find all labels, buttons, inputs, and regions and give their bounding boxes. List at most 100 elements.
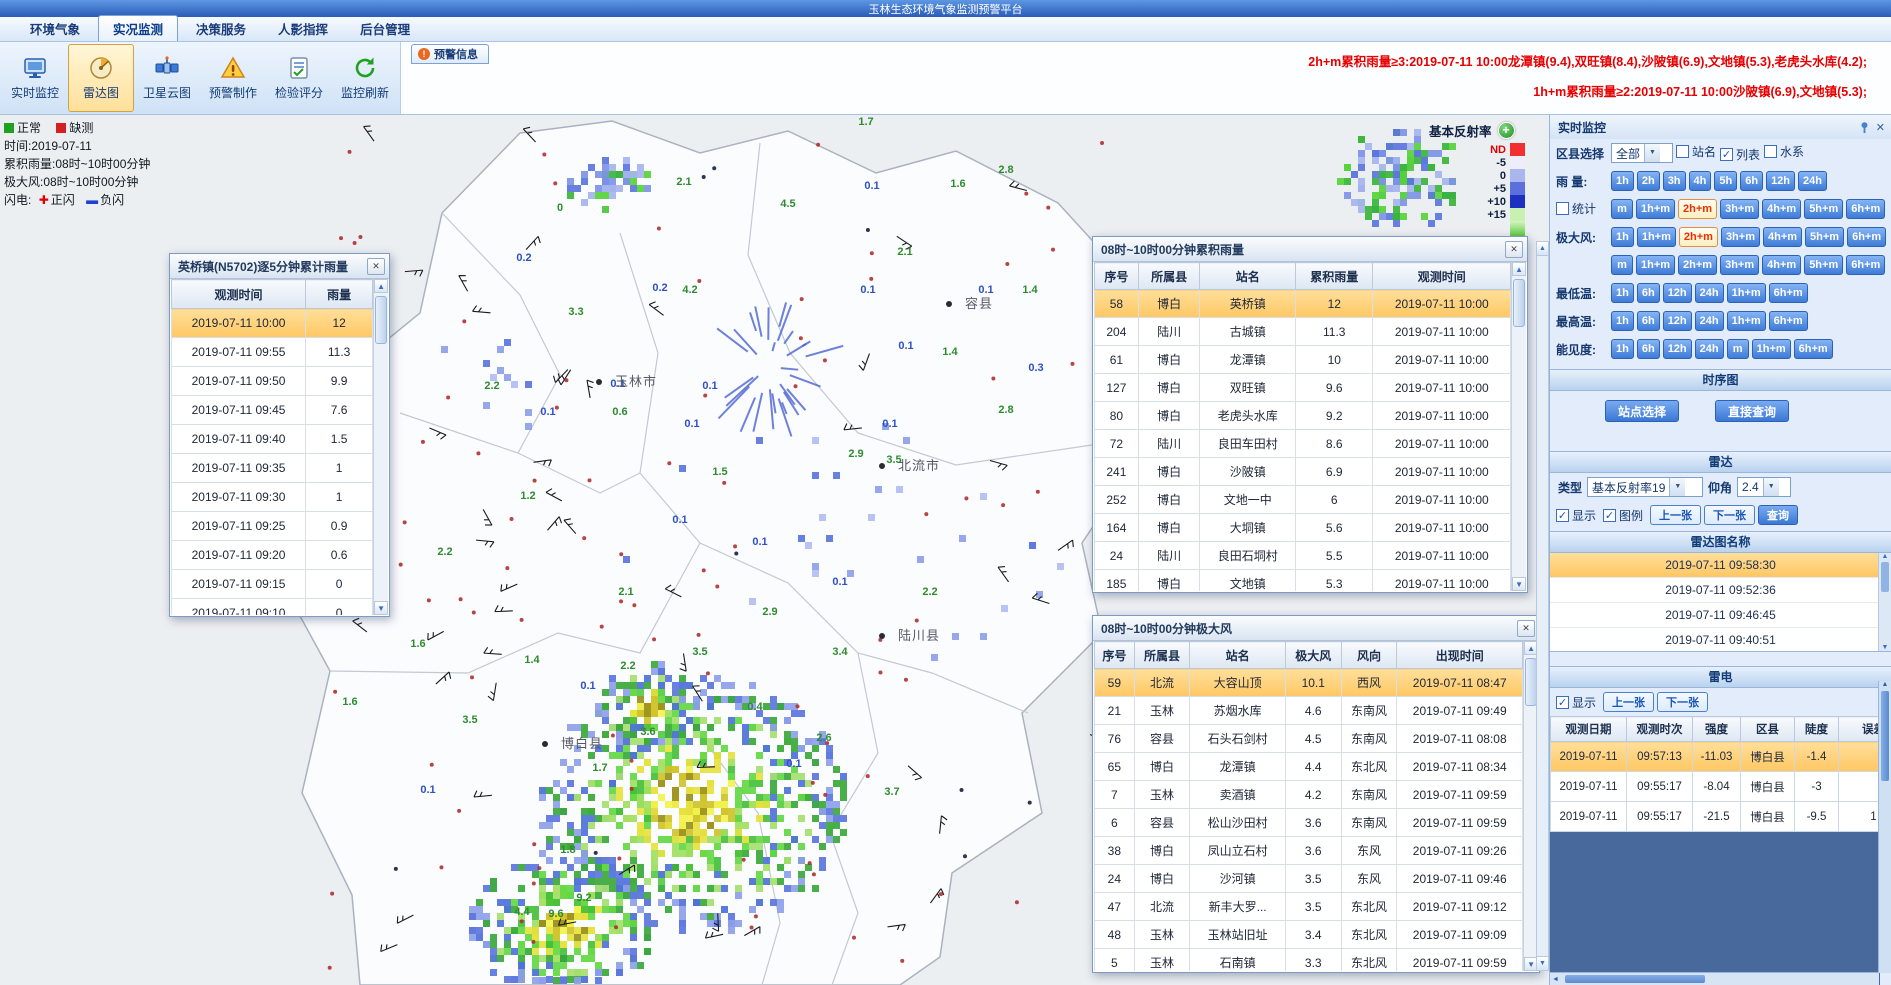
period-button-24h[interactable]: 24h [1798, 171, 1827, 191]
period-button-6hplusm[interactable]: 6h+m [1769, 283, 1808, 303]
panel-horizontal-scrollbar[interactable]: ◄ [1550, 972, 1879, 985]
table-row[interactable]: 38博白凤山立石村3.6东风2019-07-11 09:26 [1095, 837, 1523, 865]
period-button-5hplusm[interactable]: 5h+m [1805, 227, 1844, 247]
station-name-checkbox[interactable]: 站名 [1676, 143, 1716, 160]
tab-env-weather[interactable]: 环境气象 [16, 16, 94, 41]
statistics-checkbox[interactable]: 统计 [1556, 200, 1596, 217]
period-button-6h[interactable]: 6h [1740, 171, 1763, 191]
period-button-4h[interactable]: 4h [1689, 171, 1712, 191]
period-button-6h[interactable]: 6h [1637, 339, 1660, 359]
tab-admin[interactable]: 后台管理 [346, 16, 424, 41]
checkbox-box[interactable]: ✓ [1556, 509, 1569, 522]
table-row[interactable]: 164博白大垌镇5.62019-07-11 10:00 [1095, 514, 1511, 542]
period-button-6hplusm[interactable]: 6h+m [1847, 227, 1886, 247]
panel-close-icon[interactable]: ✕ [1876, 121, 1885, 134]
close-icon[interactable]: ✕ [1517, 620, 1535, 637]
period-button-3h[interactable]: 3h [1663, 171, 1686, 191]
satellite-cloud-button[interactable]: 卫星云图 [134, 44, 200, 112]
scroll-left-button[interactable]: ◄ [1550, 976, 1561, 983]
period-button-12h[interactable]: 12h [1663, 283, 1692, 303]
radar-type-select[interactable]: 基本反射率19 ▼ [1587, 477, 1703, 497]
period-button-1h[interactable]: 1h [1611, 171, 1634, 191]
period-button-1hplusm[interactable]: 1h+m [1727, 283, 1766, 303]
realtime-monitor-button[interactable]: 实时监控 [2, 44, 68, 112]
table-row[interactable]: 80博白老虎头水库9.22019-07-11 10:00 [1095, 402, 1511, 430]
table-row[interactable]: 2019-07-11 09:100 [172, 599, 373, 616]
period-button-m[interactable]: m [1611, 199, 1633, 219]
table-row[interactable]: 2019-07-11 09:150 [172, 570, 373, 599]
checkbox-box[interactable] [1676, 145, 1689, 158]
tab-decision-service[interactable]: 决策服务 [182, 16, 260, 41]
dialog-scrollbar[interactable]: ▲ ▼ [1511, 262, 1526, 591]
station-select-button[interactable]: 站点选择 [1605, 400, 1679, 422]
table-row[interactable]: 5玉林石南镇3.3东北风2019-07-11 09:59 [1095, 949, 1523, 972]
period-button-2h[interactable]: 2h [1637, 171, 1660, 191]
lightning-show-checkbox[interactable]: ✓ 显示 [1556, 694, 1596, 711]
scroll-thumb[interactable] [1513, 279, 1525, 327]
period-button-2hplusm[interactable]: 2h+m [1678, 255, 1717, 275]
checkbox-box[interactable] [1556, 202, 1569, 215]
period-button-24h[interactable]: 24h [1695, 311, 1724, 331]
scroll-up-button[interactable]: ▲ [1882, 553, 1889, 560]
period-button-1hplusm[interactable]: 1h+m [1752, 339, 1791, 359]
close-icon[interactable]: ✕ [367, 258, 385, 275]
table-row[interactable]: 24博白沙河镇3.5东风2019-07-11 09:46 [1095, 865, 1523, 893]
period-button-6hplusm[interactable]: 6h+m [1846, 255, 1885, 275]
table-row[interactable]: 48玉林玉林站旧址3.4东北风2019-07-11 09:09 [1095, 921, 1523, 949]
table-row[interactable]: 24陆川良田石垌村5.52019-07-11 10:00 [1095, 542, 1511, 570]
verification-score-button[interactable]: 检验评分 [266, 44, 332, 112]
scroll-down-button[interactable]: ▼ [374, 601, 388, 615]
period-button-2hplusm[interactable]: 2h+m [1679, 227, 1718, 247]
scroll-thumb[interactable] [375, 296, 387, 344]
dialog-titlebar[interactable]: 08时~10时00分钟累积雨量 ✕ [1093, 237, 1527, 262]
table-row[interactable]: 61博白龙潭镇102019-07-11 10:00 [1095, 346, 1511, 374]
period-button-1h[interactable]: 1h [1611, 283, 1634, 303]
list-scrollbar[interactable]: ▲▼ [1878, 553, 1891, 651]
period-button-12h[interactable]: 12h [1663, 311, 1692, 331]
pin-icon[interactable] [1858, 121, 1871, 134]
table-row[interactable]: 241博白沙陂镇6.92019-07-11 10:00 [1095, 458, 1511, 486]
period-button-1hplusm[interactable]: 1h+m [1637, 227, 1676, 247]
table-row[interactable]: 2019-07-11 09:5511.3 [172, 338, 373, 367]
table-row[interactable]: 2019-07-11 09:401.5 [172, 425, 373, 454]
table-row[interactable]: 7玉林卖酒镇4.2东南风2019-07-11 09:59 [1095, 781, 1523, 809]
radar-legend-checkbox[interactable]: ✓ 图例 [1603, 507, 1643, 524]
radar-query-button[interactable]: 查询 [1758, 505, 1798, 525]
lightning-next-button[interactable]: 下一张 [1657, 692, 1708, 712]
lightning-prev-button[interactable]: 上一张 [1603, 692, 1654, 712]
radar-image-item[interactable]: 2019-07-11 09:58:30 [1550, 553, 1891, 578]
table-row[interactable]: 252博白文地一中62019-07-11 10:00 [1095, 486, 1511, 514]
period-button-12h[interactable]: 12h [1663, 339, 1692, 359]
table-row[interactable]: 2019-07-1109:57:13-11.03博白县-1.4 [1551, 742, 1881, 772]
period-button-1hplusm[interactable]: 1h+m [1636, 199, 1675, 219]
panel-vertical-scrollbar[interactable]: ▲ [1878, 681, 1891, 973]
period-button-4hplusm[interactable]: 4h+m [1762, 255, 1801, 275]
table-row[interactable]: 59北流大容山顶10.1西风2019-07-11 08:47 [1095, 669, 1523, 697]
period-button-2hplusm[interactable]: 2h+m [1678, 199, 1717, 219]
scroll-down-button[interactable]: ▼ [1537, 956, 1548, 970]
checkbox-box[interactable]: ✓ [1556, 696, 1569, 709]
period-button-1h[interactable]: 1h [1611, 311, 1634, 331]
period-button-3hplusm[interactable]: 3h+m [1720, 255, 1759, 275]
table-row[interactable]: 47北流新丰大罗...3.5东北风2019-07-11 09:12 [1095, 893, 1523, 921]
direct-query-button[interactable]: 直接查询 [1715, 400, 1789, 422]
period-button-m[interactable]: m [1611, 255, 1633, 275]
list-checkbox[interactable]: ✓列表 [1720, 146, 1760, 163]
period-button-5hplusm[interactable]: 5h+m [1804, 199, 1843, 219]
table-row[interactable]: 21玉林苏烟水库4.6东南风2019-07-11 09:49 [1095, 697, 1523, 725]
period-button-m[interactable]: m [1727, 339, 1749, 359]
period-button-1h[interactable]: 1h [1611, 227, 1634, 247]
scroll-thumb[interactable] [1565, 975, 1705, 983]
scroll-up-button[interactable]: ▲ [1882, 681, 1889, 688]
scroll-up-button[interactable]: ▲ [374, 279, 388, 293]
period-button-4hplusm[interactable]: 4h+m [1762, 199, 1801, 219]
warning-create-button[interactable]: 预警制作 [200, 44, 266, 112]
table-row[interactable]: 204陆川古城镇11.32019-07-11 10:00 [1095, 318, 1511, 346]
table-row[interactable]: 2019-07-11 09:351 [172, 454, 373, 483]
table-row[interactable]: 2019-07-11 09:250.9 [172, 512, 373, 541]
table-row[interactable]: 58博白英桥镇122019-07-11 10:00 [1095, 290, 1511, 318]
period-button-24h[interactable]: 24h [1695, 339, 1724, 359]
period-button-6hplusm[interactable]: 6h+m [1794, 339, 1833, 359]
period-button-1h[interactable]: 1h [1611, 339, 1634, 359]
radar-next-button[interactable]: 下一张 [1704, 505, 1755, 525]
